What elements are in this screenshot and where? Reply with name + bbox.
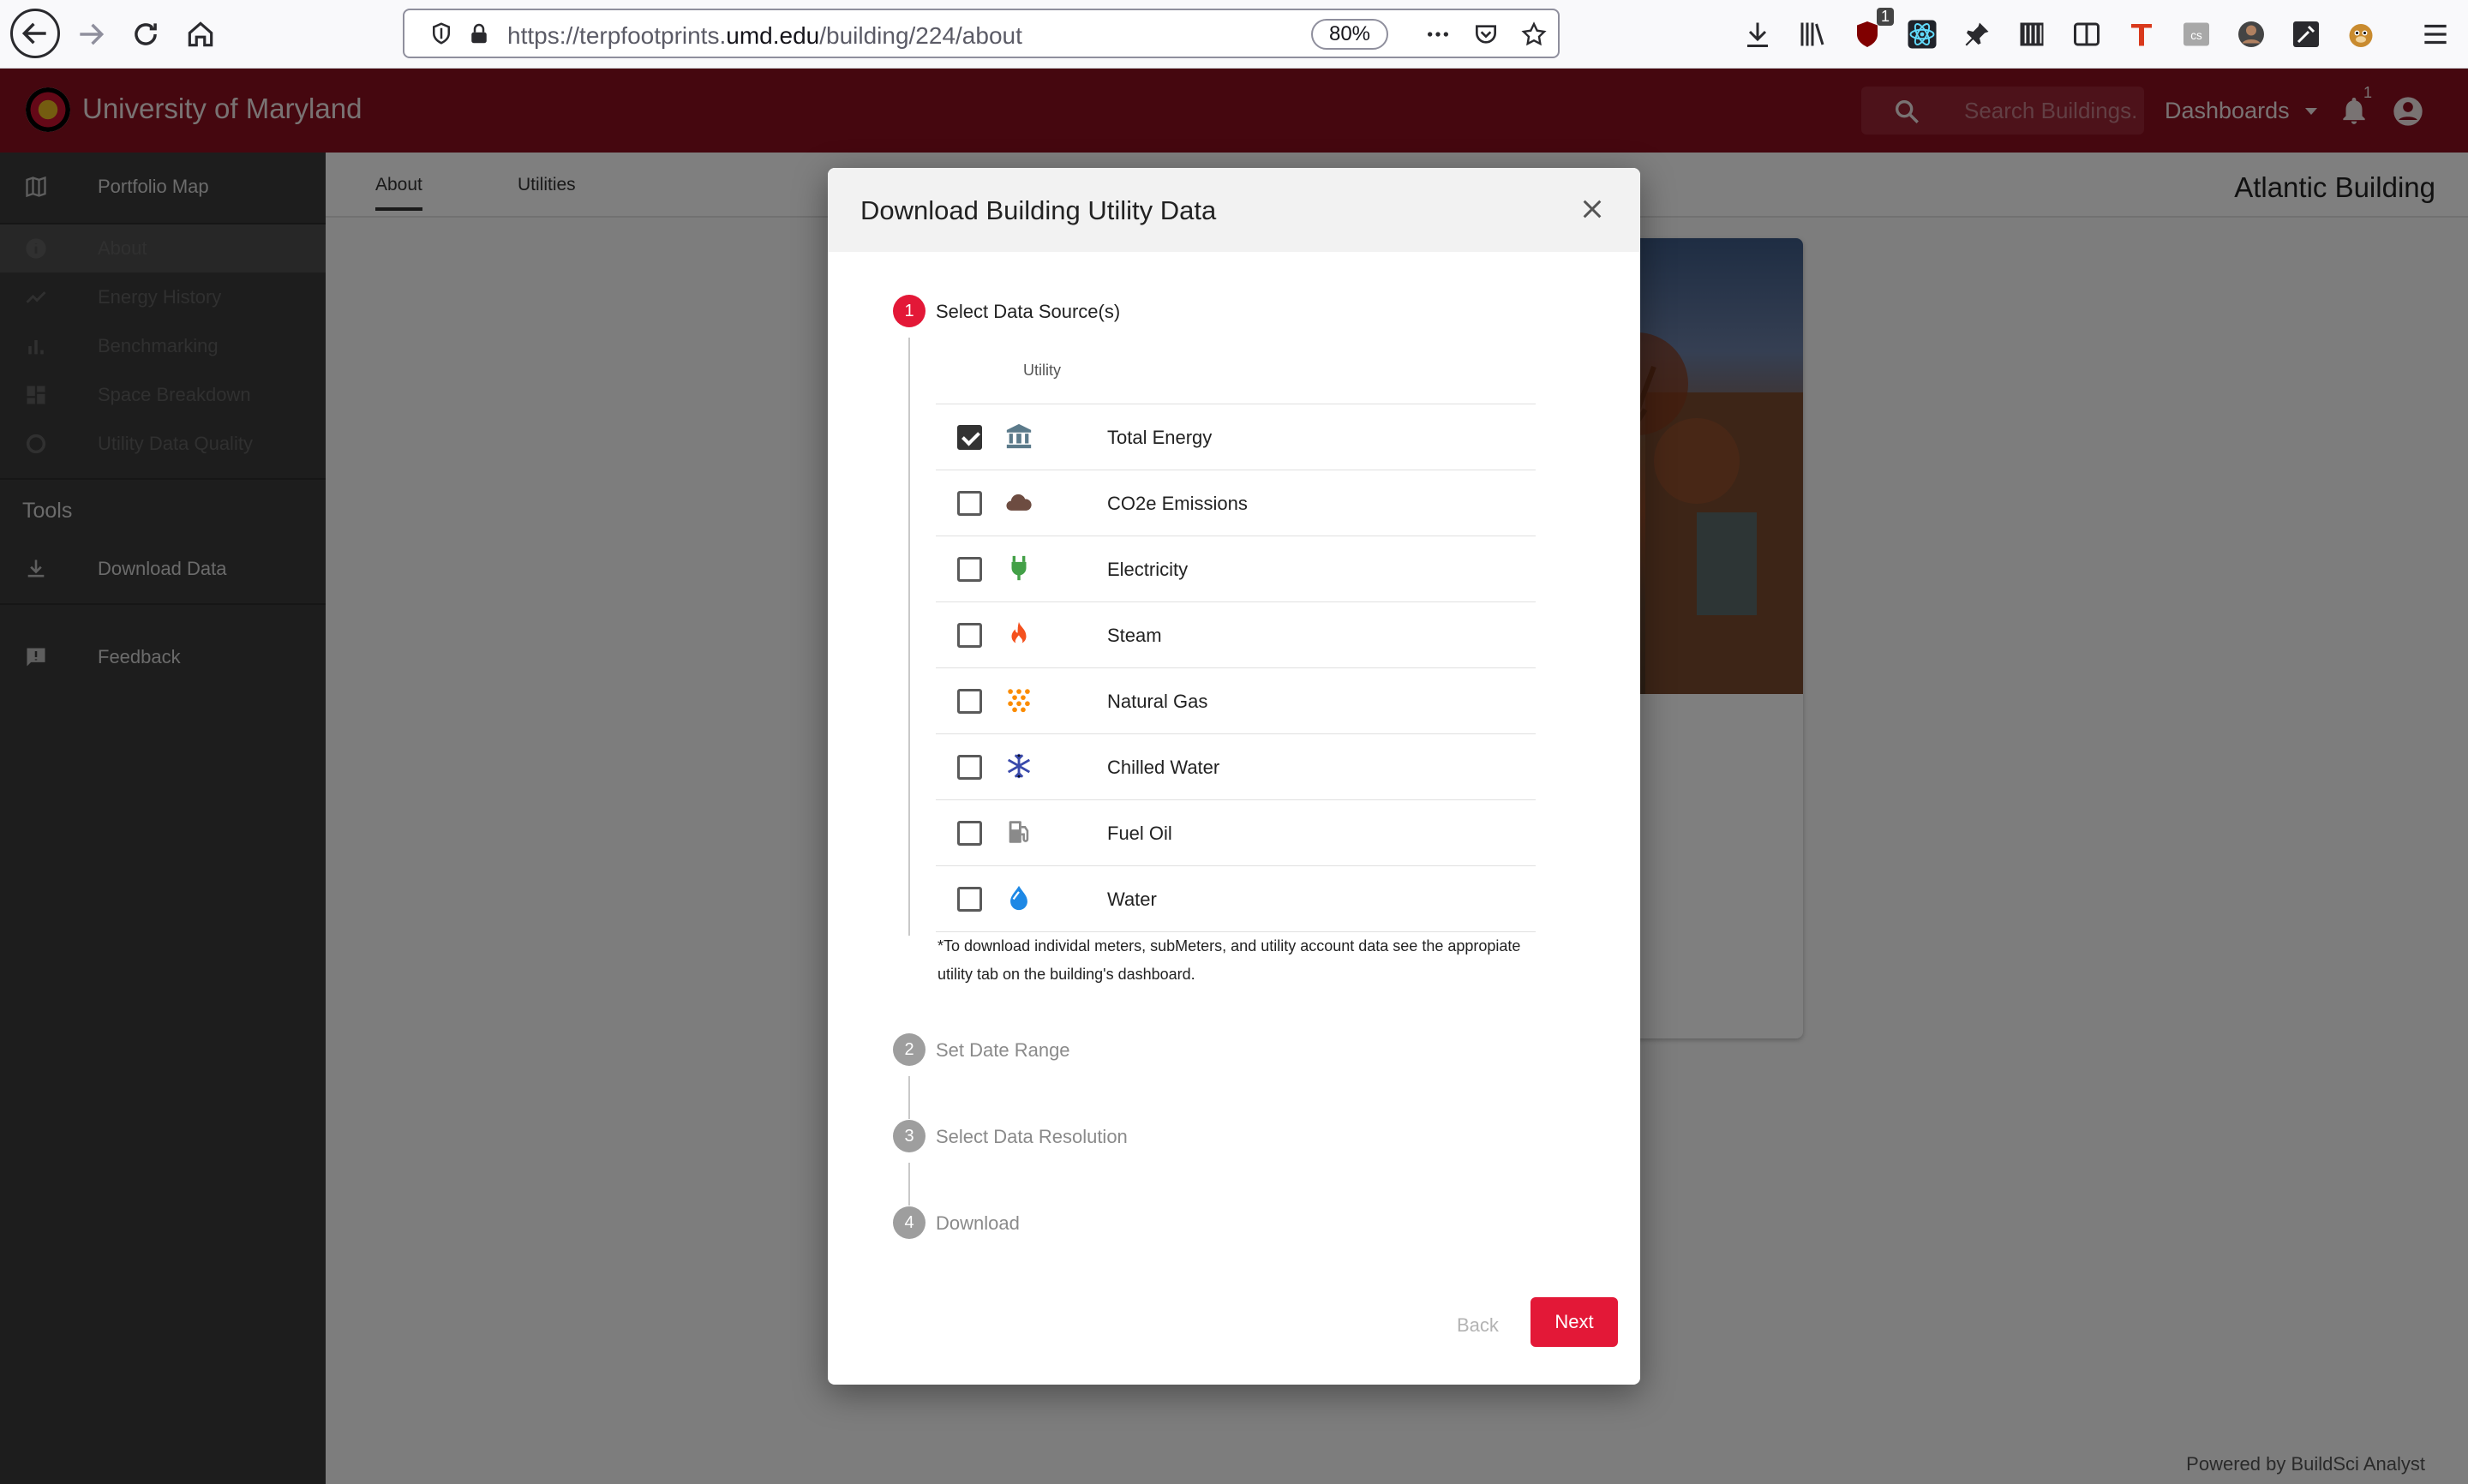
- next-button[interactable]: Next: [1531, 1297, 1618, 1347]
- modal-title: Download Building Utility Data: [860, 195, 1217, 225]
- hamburger-menu-icon: [2424, 24, 2447, 45]
- shield-icon[interactable]: [428, 21, 454, 46]
- water-checkbox[interactable]: [957, 887, 982, 912]
- zoom-level-badge[interactable]: 80%: [1311, 19, 1388, 50]
- steam-checkbox[interactable]: [957, 623, 982, 648]
- close-icon: [1583, 200, 1602, 218]
- step-4-indicator: 4: [893, 1206, 926, 1239]
- utility-row-water[interactable]: Water: [936, 866, 1536, 932]
- browser-reload-button[interactable]: [123, 12, 168, 57]
- reload-icon: [135, 23, 157, 45]
- url-text: https://terpfootprints.umd.edu/building/…: [507, 22, 1022, 49]
- utility-label: Water: [1107, 889, 1157, 910]
- utility-row-electricity[interactable]: Electricity: [936, 536, 1536, 602]
- pin-icon[interactable]: [1959, 16, 1995, 52]
- water-drop-icon: [1003, 882, 1035, 914]
- utility-label: Total Energy: [1107, 427, 1213, 448]
- cs-extension-icon[interactable]: cs: [2178, 16, 2214, 52]
- utility-row-co2e-emissions[interactable]: CO2e Emissions: [936, 470, 1536, 536]
- step-3-label[interactable]: Select Data Resolution: [936, 1126, 1128, 1148]
- utility-column-header: Utility: [1023, 362, 1061, 379]
- co2e-emissions-checkbox[interactable]: [957, 491, 982, 516]
- step-connector: [908, 1076, 910, 1119]
- step-2-label[interactable]: Set Date Range: [936, 1039, 1070, 1062]
- type-t-icon[interactable]: [2124, 16, 2160, 52]
- arrow-right-icon: [80, 23, 105, 45]
- bookmark-star-icon[interactable]: [1520, 21, 1548, 48]
- electricity-checkbox[interactable]: [957, 557, 982, 582]
- snowflake-icon: [1003, 750, 1035, 782]
- close-button[interactable]: [1578, 195, 1606, 223]
- color-picker-icon[interactable]: [2288, 16, 2324, 52]
- library-icon[interactable]: [1794, 16, 1830, 52]
- step-connector: [908, 1163, 910, 1206]
- step-3-indicator: 3: [893, 1120, 926, 1152]
- ublock-icon[interactable]: 1: [1849, 8, 1894, 52]
- utility-label: Chilled Water: [1107, 757, 1220, 778]
- more-actions-icon[interactable]: [1424, 21, 1452, 48]
- browser-forward-button[interactable]: [69, 12, 113, 57]
- utility-label: Electricity: [1107, 559, 1189, 580]
- cloud-icon: [1003, 486, 1035, 518]
- step-2-indicator: 2: [893, 1033, 926, 1066]
- fuel-oil-checkbox[interactable]: [957, 821, 982, 846]
- url-bar[interactable]: https://terpfootprints.umd.edu/building/…: [403, 9, 1560, 58]
- react-devtools-icon[interactable]: [1904, 16, 1940, 52]
- utility-row-chilled-water[interactable]: Chilled Water: [936, 734, 1536, 800]
- download-utility-data-modal: Download Building Utility Data 1 Select …: [828, 168, 1640, 1385]
- fire-icon: [1003, 618, 1035, 650]
- utility-label: CO2e Emissions: [1107, 493, 1248, 514]
- browser-home-button[interactable]: [178, 12, 223, 57]
- step-4-label[interactable]: Download: [936, 1212, 1020, 1235]
- svg-text:cs: cs: [2190, 29, 2202, 42]
- modal-header: Download Building Utility Data: [828, 168, 1640, 252]
- natural-gas-checkbox[interactable]: [957, 689, 982, 714]
- profile-extension-icon[interactable]: [2233, 16, 2269, 52]
- columns-icon[interactable]: [2014, 16, 2050, 52]
- total-energy-checkbox[interactable]: [957, 425, 982, 450]
- browser-back-button[interactable]: [10, 9, 60, 58]
- arrow-left-icon: [21, 22, 46, 45]
- browser-extension-toolbar: 1 cs: [1740, 8, 2379, 53]
- back-button[interactable]: Back: [1457, 1314, 1499, 1337]
- lock-icon[interactable]: [466, 21, 492, 46]
- utility-row-total-energy[interactable]: Total Energy: [936, 404, 1536, 470]
- utility-row-fuel-oil[interactable]: Fuel Oil: [936, 800, 1536, 866]
- monkey-extension-icon[interactable]: [2343, 16, 2379, 52]
- pocket-icon[interactable]: [1472, 21, 1500, 48]
- browser-toolbar: https://terpfootprints.umd.edu/building/…: [0, 0, 2468, 69]
- step-1-indicator: 1: [893, 295, 926, 327]
- plug-icon: [1003, 552, 1035, 584]
- utility-label: Fuel Oil: [1107, 823, 1172, 844]
- utility-label: Steam: [1107, 625, 1162, 646]
- download-footnote: *To download individal meters, subMeters…: [937, 937, 1521, 983]
- browser-menu-button[interactable]: [2413, 12, 2458, 57]
- bank-icon: [1003, 420, 1035, 452]
- home-icon: [188, 21, 213, 47]
- step-connector: [908, 338, 910, 936]
- downloads-icon[interactable]: [1740, 16, 1776, 52]
- utility-row-natural-gas[interactable]: Natural Gas: [936, 668, 1536, 734]
- fuel-pump-icon: [1003, 816, 1035, 848]
- gas-dots-icon: [1003, 684, 1035, 716]
- reader-view-icon[interactable]: [2069, 16, 2105, 52]
- utility-row-steam[interactable]: Steam: [936, 602, 1536, 668]
- utility-label: Natural Gas: [1107, 691, 1208, 712]
- chilled-water-checkbox[interactable]: [957, 755, 982, 780]
- step-1-label[interactable]: Select Data Source(s): [936, 301, 1120, 323]
